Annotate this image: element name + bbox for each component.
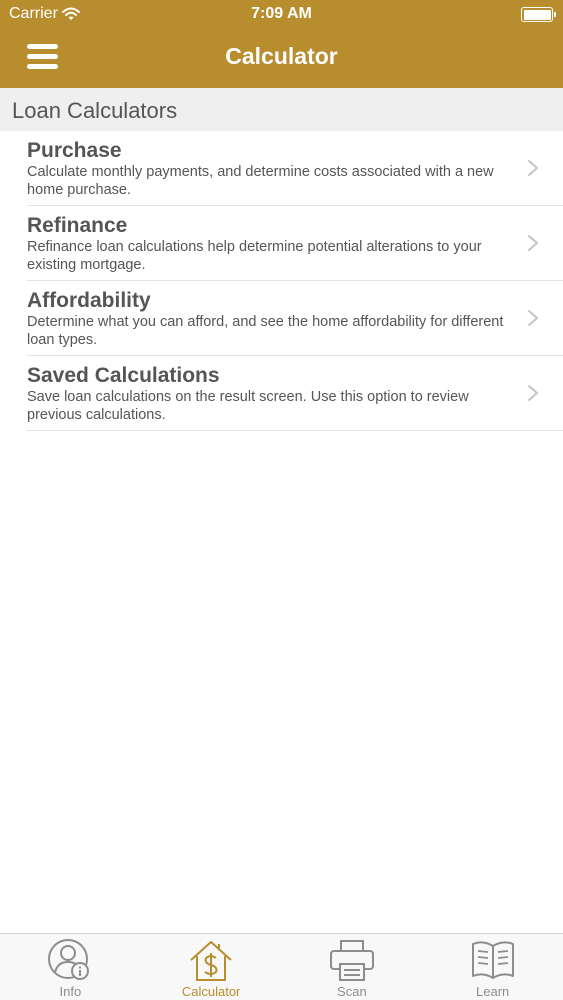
list-item-purchase[interactable]: Purchase Calculate monthly payments, and… [27, 131, 563, 206]
book-icon [471, 941, 514, 979]
chevron-right-icon [528, 310, 538, 326]
section-title: Loan Calculators [12, 98, 178, 123]
calculator-list: Purchase Calculate monthly payments, and… [0, 131, 563, 431]
tab-label: Learn [476, 984, 510, 999]
item-description: Save loan calculations on the result scr… [27, 389, 469, 423]
house-dollar-icon [190, 941, 232, 981]
status-bar: Carrier 7:09 AM [0, 0, 563, 30]
tab-label: Calculator [181, 984, 241, 999]
top-bar: Carrier 7:09 AM Calculator [0, 0, 563, 88]
item-description: Calculate monthly payments, and determin… [27, 164, 494, 198]
list-item-refinance[interactable]: Refinance Refinance loan calculations he… [27, 206, 563, 281]
battery-icon [521, 7, 556, 22]
tab-info[interactable]: Info [0, 934, 141, 1000]
section-header: Loan Calculators [0, 88, 563, 131]
tab-label: Scan [337, 984, 367, 999]
status-time: 7:09 AM [251, 5, 312, 22]
tab-scan[interactable]: Scan [282, 934, 423, 1000]
chevron-right-icon [528, 235, 538, 251]
person-info-icon [48, 939, 90, 980]
tab-bar: Info Calculator Scan Learn [0, 933, 563, 1000]
item-description: Refinance loan calculations help determi… [27, 239, 482, 273]
tab-learn[interactable]: Learn [422, 934, 563, 1000]
item-title: Refinance [27, 214, 128, 237]
tab-label: Info [59, 984, 82, 999]
scanner-icon [329, 940, 374, 981]
chevron-right-icon [528, 160, 538, 176]
tab-calculator[interactable]: Calculator [141, 934, 282, 1000]
page-title: Calculator [225, 43, 338, 69]
list-item-affordability[interactable]: Affordability Determine what you can aff… [27, 281, 563, 356]
navigation-bar: Calculator [0, 30, 563, 88]
item-title: Saved Calculations [27, 364, 220, 387]
item-title: Purchase [27, 139, 122, 162]
list-item-saved-calculations[interactable]: Saved Calculations Save loan calculation… [27, 356, 563, 431]
chevron-right-icon [528, 385, 538, 401]
item-description: Determine what you can afford, and see t… [27, 314, 504, 348]
item-title: Affordability [27, 289, 151, 312]
